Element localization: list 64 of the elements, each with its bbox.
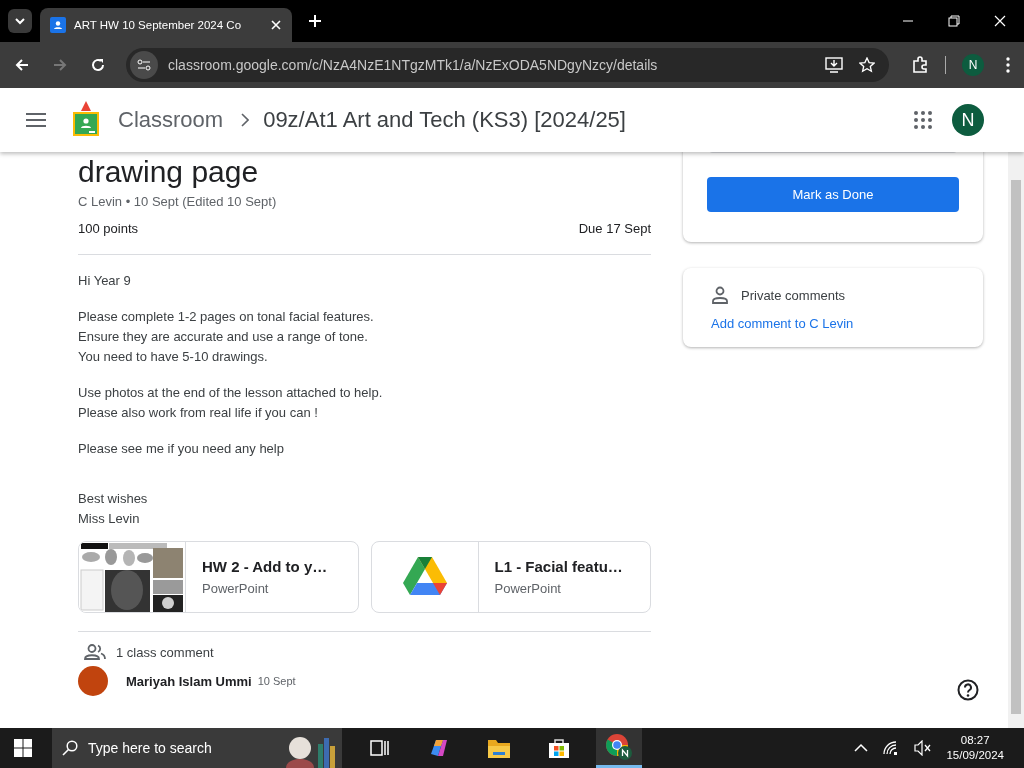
profile-avatar[interactable]: N	[962, 54, 984, 76]
clock-date[interactable]: 15/09/2024	[946, 748, 1004, 763]
more-menu-icon[interactable]	[1006, 57, 1010, 73]
chevron-right-icon	[241, 113, 250, 127]
close-tab-icon[interactable]	[270, 19, 282, 31]
description-paragraph: Please see me if you need any help	[78, 440, 285, 458]
attachment-type: PowerPoint	[494, 581, 562, 596]
shopping-bag-icon	[547, 736, 571, 760]
drive-logo-icon	[402, 557, 447, 597]
assignment-meta: C Levin • 10 Sept (Edited 10 Sept)	[78, 194, 278, 209]
forward-icon[interactable]	[52, 57, 68, 73]
tab-search-button[interactable]	[8, 9, 32, 33]
site-settings-icon[interactable]	[130, 51, 158, 79]
show-hidden-icons-icon[interactable]	[854, 743, 869, 753]
task-view-icon	[368, 738, 390, 758]
restore-icon[interactable]	[948, 15, 960, 27]
chevron-down-icon	[14, 15, 26, 27]
extensions-icon[interactable]	[911, 56, 929, 74]
scrollbar[interactable]	[1008, 152, 1024, 728]
class-comment-count[interactable]: 1 class comment	[116, 644, 214, 660]
person-icon	[711, 286, 729, 304]
private-comments-title: Private comments	[741, 287, 846, 303]
comment-time: 10 Sept	[257, 675, 296, 687]
address-bar[interactable]: classroom.google.com/c/NzA4NzE1NTgzMTk1/a/NzExODA5NDgyNzcy/details	[126, 48, 889, 82]
taskbar-search-field[interactable]: Type here to search	[52, 728, 342, 768]
reload-icon[interactable]	[90, 57, 106, 73]
attachment-type: PowerPoint	[202, 581, 270, 596]
attachment-card[interactable]: HW 2 - Add to y… PowerPoint	[78, 541, 359, 613]
bookmark-star-icon[interactable]	[859, 57, 875, 73]
menu-icon[interactable]	[26, 113, 46, 127]
points: 100 points	[78, 221, 138, 236]
taskbar-chrome-button[interactable]	[596, 728, 642, 768]
browser-tab[interactable]: ART HW 10 September 2024 Co	[40, 8, 292, 42]
commenter-avatar	[78, 666, 108, 696]
description-paragraph: Best wishes Miss Levin	[78, 490, 149, 528]
class-name[interactable]: 09z/At1 Art and Tech (KS3) [2024/25]	[263, 107, 626, 133]
user-avatar[interactable]: N	[952, 104, 984, 136]
due-date: Due 17 Sept	[578, 221, 651, 236]
apps-grid-icon[interactable]	[914, 111, 932, 129]
muted-speaker-icon[interactable]	[914, 740, 933, 756]
new-tab-icon[interactable]	[308, 14, 322, 28]
add-comment-link[interactable]: Add comment to C Levin	[711, 316, 955, 331]
clock-time[interactable]: 08:27	[960, 733, 990, 748]
close-icon[interactable]	[994, 15, 1006, 27]
assignment-title: drawing page	[78, 154, 260, 190]
people-icon	[84, 644, 106, 660]
classroom-favicon-icon	[50, 17, 66, 33]
description-paragraph: Use photos at the end of the lesson attached to help. Please also work from real life if you can !	[78, 384, 384, 422]
folder-icon	[487, 737, 511, 759]
description-paragraph: Hi Year 9	[78, 272, 132, 290]
app-name[interactable]: Classroom	[118, 107, 224, 133]
comment-author: Mariyah Islam Ummi	[126, 673, 252, 689]
windows-start-icon[interactable]	[14, 739, 32, 757]
help-icon[interactable]	[957, 679, 979, 701]
classroom-logo-icon	[72, 101, 100, 139]
install-app-icon[interactable]	[825, 57, 843, 73]
attachment-title: HW 2 - Add to y…	[202, 558, 328, 575]
mark-as-done-button[interactable]: Mark as Done	[707, 177, 959, 212]
browser-logo-icon	[605, 732, 633, 761]
back-icon[interactable]	[14, 57, 30, 73]
search-icon	[62, 740, 78, 756]
attachment-card[interactable]: L1 - Facial featu… PowerPoint	[370, 541, 651, 613]
attachment-title: L1 - Facial featu…	[494, 558, 623, 575]
description-paragraph: Please complete 1-2 pages on tonal facial features. Ensure they are accurate and use a range of tone. You need to have 5-10 drawings.	[78, 308, 375, 366]
